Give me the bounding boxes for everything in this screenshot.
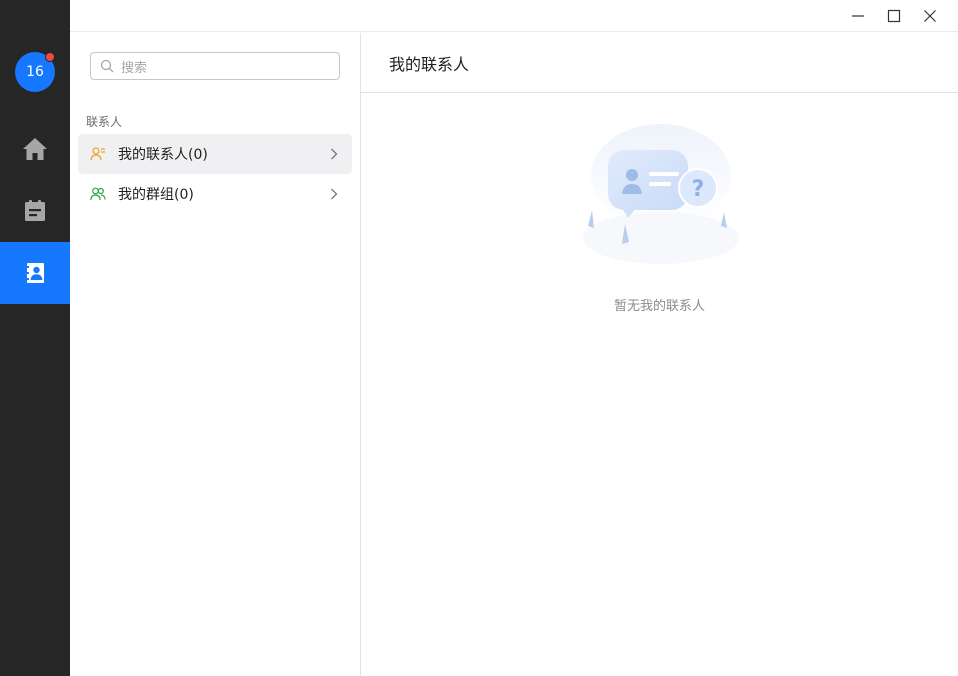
svg-text:?: ? [692, 177, 705, 202]
avatar-text: 16 [26, 64, 44, 80]
nav-home[interactable] [0, 118, 70, 180]
person-card-icon [90, 147, 105, 161]
maximize-button[interactable] [881, 4, 907, 28]
title-bar [70, 0, 958, 32]
left-nav-rail: 16 [0, 0, 70, 676]
clipboard-icon [25, 200, 45, 221]
main-content: 我的联系人 ? 暂无我的联系人 [361, 33, 958, 676]
maximize-icon [887, 9, 901, 23]
list-item-my-contacts[interactable]: 我的联系人(0) [78, 134, 352, 174]
list-item-my-groups[interactable]: 我的群组(0) [78, 174, 352, 214]
search-icon [100, 59, 114, 73]
list-item-label: 我的联系人(0) [118, 147, 208, 163]
close-button[interactable] [917, 4, 943, 28]
minimize-button[interactable] [845, 4, 871, 28]
section-label-contacts: 联系人 [86, 115, 123, 129]
nav-notes[interactable] [0, 180, 70, 242]
notification-dot [45, 52, 55, 62]
empty-state-illustration: ? [583, 124, 739, 264]
group-icon [90, 187, 106, 201]
minimize-icon [852, 15, 864, 17]
app-window: 16 搜索 联系人 我的联系人(0) 我的群组(0) 我的联系人 ? 暂无我的联… [0, 0, 958, 676]
page-title: 我的联系人 [361, 33, 958, 93]
contacts-book-icon [25, 263, 44, 283]
chevron-right-icon [331, 188, 338, 200]
search-input[interactable]: 搜索 [90, 52, 340, 80]
list-item-label: 我的群组(0) [118, 187, 194, 203]
contacts-panel: 搜索 联系人 我的联系人(0) 我的群组(0) [70, 33, 361, 676]
chevron-right-icon [331, 148, 338, 160]
nav-contacts[interactable] [0, 242, 70, 304]
empty-state-text: 暂无我的联系人 [613, 299, 705, 314]
search-placeholder: 搜索 [121, 60, 148, 76]
close-icon [924, 10, 936, 22]
home-icon [23, 138, 47, 160]
